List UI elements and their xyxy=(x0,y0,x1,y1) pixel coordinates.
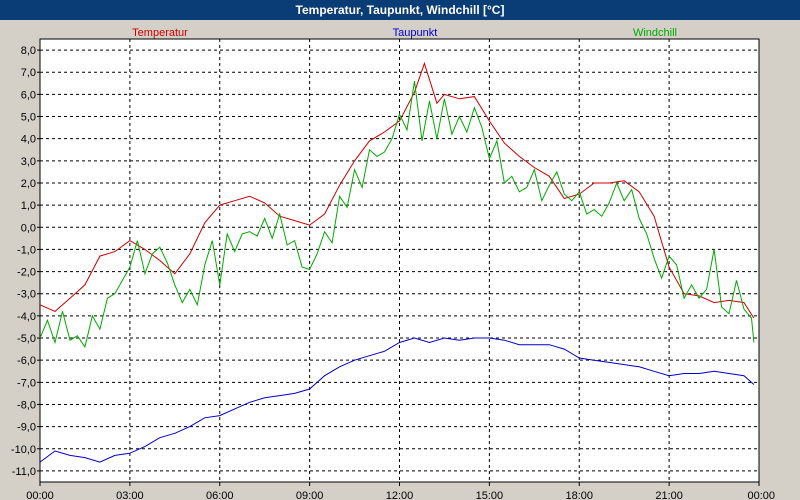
y-tick-label: -5,0 xyxy=(17,333,36,345)
x-tick-time-label: 09:00 xyxy=(296,490,324,500)
x-tick-time-label: 06:00 xyxy=(206,490,234,500)
y-tick-label: -8,0 xyxy=(17,399,36,411)
y-tick-label: -11,0 xyxy=(12,466,36,478)
y-tick-label: 7,0 xyxy=(21,67,36,79)
x-tick-time-label: 21:00 xyxy=(655,490,683,500)
y-tick-label: 5,0 xyxy=(21,112,36,124)
y-tick-label: -3,0 xyxy=(17,289,36,301)
y-tick-label: 4,0 xyxy=(21,134,36,146)
y-tick-label: -1,0 xyxy=(17,244,36,256)
x-tick-time-label: 00:00 xyxy=(26,490,54,500)
x-axis-ticks: 00:0013.01.0903:0013.01.0906:0013.01.090… xyxy=(26,482,775,500)
x-tick-time-label: 12:00 xyxy=(386,490,414,500)
y-tick-label: -2,0 xyxy=(17,267,36,279)
legend-label-taupunkt: Taupunkt xyxy=(393,27,438,39)
x-tick-time-label: 00:00 xyxy=(747,490,775,500)
y-tick-label: -9,0 xyxy=(17,422,36,434)
y-tick-label: 8,0 xyxy=(21,45,36,57)
x-tick-time-label: 18:00 xyxy=(565,490,593,500)
y-tick-label: 6,0 xyxy=(21,89,36,101)
y-tick-label: 0,0 xyxy=(21,222,36,234)
y-tick-label: 3,0 xyxy=(21,156,36,168)
y-tick-label: -7,0 xyxy=(17,377,36,389)
legend-label-windchill: Windchill xyxy=(633,27,677,39)
legend-label-temperatur: Temperatur xyxy=(132,27,188,39)
y-axis-ticks: 8,0 7,0 6,0 5,0 4,0 3,0 2,0 1,0 0,0 -1,0 -2,0 -3,0 -… xyxy=(11,45,40,478)
y-tick-label: -6,0 xyxy=(17,355,36,367)
chart-window: Temperatur, Taupunkt, Windchill [°C] 8,0… xyxy=(0,0,800,500)
y-tick-label: -4,0 xyxy=(17,311,36,323)
window-title: Temperatur, Taupunkt, Windchill [°C] xyxy=(0,0,800,20)
y-tick-label: -10,0 xyxy=(11,444,36,456)
chart: 8,0 7,0 6,0 5,0 4,0 3,0 2,0 1,0 0,0 -1,0 -2,0 -3,0 -… xyxy=(11,27,775,500)
y-tick-label: 1,0 xyxy=(21,200,36,212)
legend: Temperatur Taupunkt Windchill xyxy=(132,27,677,39)
x-tick-time-label: 03:00 xyxy=(116,490,144,500)
x-tick-time-label: 15:00 xyxy=(476,490,504,500)
y-tick-label: 2,0 xyxy=(21,178,36,190)
